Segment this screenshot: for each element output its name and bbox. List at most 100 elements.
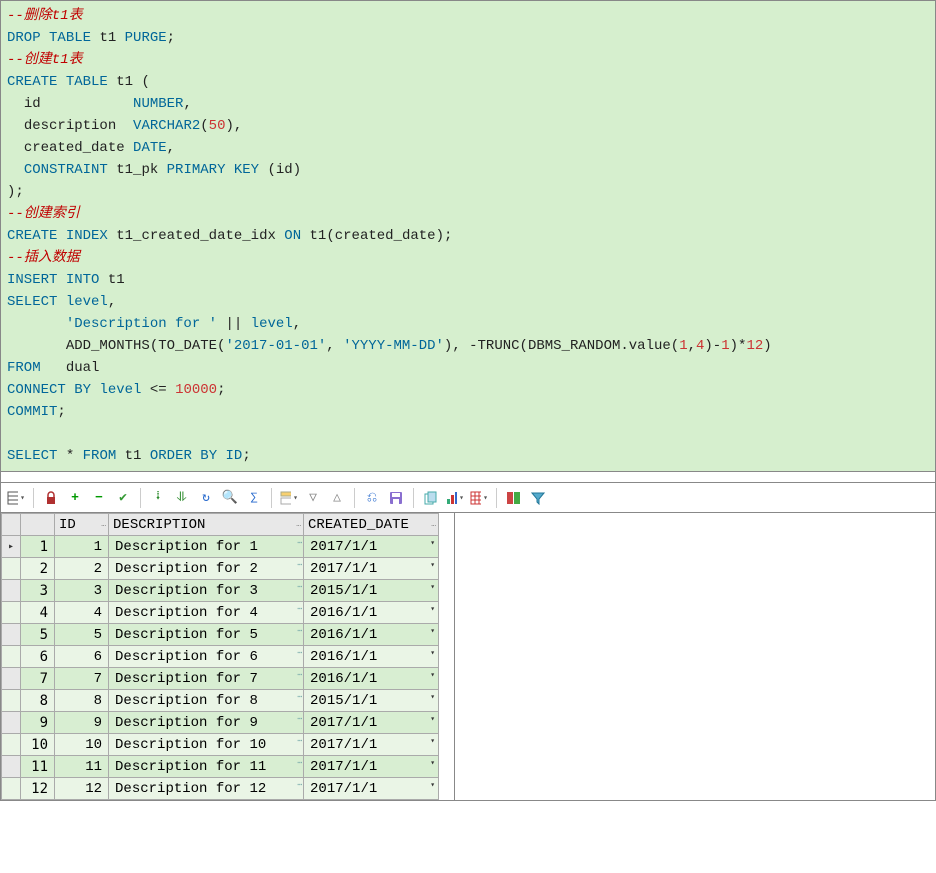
copy-icon[interactable] [422, 489, 440, 507]
export-grid-icon[interactable] [470, 489, 488, 507]
cell-id[interactable]: 1 [55, 536, 109, 558]
table-row[interactable]: 1111Description for 11⋯2017/1/1▾ [2, 756, 439, 778]
cell-description[interactable]: Description for 5⋯ [109, 624, 304, 646]
cell-description[interactable]: Description for 12⋯ [109, 778, 304, 800]
table-row[interactable]: 66Description for 6⋯2016/1/1▾ [2, 646, 439, 668]
cell-id[interactable]: 4 [55, 602, 109, 624]
dropdown-icon: ▾ [430, 604, 435, 614]
cell-id[interactable]: 7 [55, 668, 109, 690]
pane-splitter[interactable] [0, 472, 936, 482]
cell-created-date[interactable]: 2017/1/1▾ [304, 712, 439, 734]
expand-icon[interactable]: △ [328, 489, 346, 507]
cell-id[interactable]: 6 [55, 646, 109, 668]
sql-editor[interactable]: --删除t1表 DROP TABLE t1 PURGE; --创建t1表 CRE… [0, 0, 936, 472]
column-header-id[interactable]: ID… [55, 514, 109, 536]
column-header-description[interactable]: DESCRIPTION… [109, 514, 304, 536]
cell-description[interactable]: Description for 9⋯ [109, 712, 304, 734]
dropdown-icon: ▾ [430, 538, 435, 548]
table-row[interactable]: 99Description for 9⋯2017/1/1▾ [2, 712, 439, 734]
table-row[interactable]: 1010Description for 10⋯2017/1/1▾ [2, 734, 439, 756]
sort-icon: … [101, 520, 106, 529]
cell-description[interactable]: Description for 1⋯ [109, 536, 304, 558]
cell-created-date[interactable]: 2017/1/1▾ [304, 536, 439, 558]
cell-created-date[interactable]: 2016/1/1▾ [304, 602, 439, 624]
cell-description[interactable]: Description for 3⋯ [109, 580, 304, 602]
ellipsis-icon: ⋯ [297, 758, 301, 768]
collapse-icon[interactable]: ▽ [304, 489, 322, 507]
cell-created-date[interactable]: 2017/1/1▾ [304, 734, 439, 756]
count-icon[interactable]: ∑ [245, 489, 263, 507]
cell-created-date[interactable]: 2017/1/1▾ [304, 778, 439, 800]
add-row-icon[interactable]: + [66, 489, 84, 507]
cell-created-date[interactable]: 2017/1/1▾ [304, 558, 439, 580]
cell-description[interactable]: Description for 8⋯ [109, 690, 304, 712]
table-row[interactable]: 22Description for 2⋯2017/1/1▾ [2, 558, 439, 580]
cell-description[interactable]: Description for 7⋯ [109, 668, 304, 690]
table-row[interactable]: 1212Description for 12⋯2017/1/1▾ [2, 778, 439, 800]
cell-id[interactable]: 12 [55, 778, 109, 800]
dropdown-icon: ▾ [430, 780, 435, 790]
commit-icon[interactable]: ✔ [114, 489, 132, 507]
results-grid[interactable]: ID… DESCRIPTION… CREATED_DATE… ▸11Descri… [0, 512, 455, 801]
dropdown-icon: ▾ [430, 714, 435, 724]
fetch-all-icon[interactable]: ⥥ [173, 489, 191, 507]
cell-id[interactable]: 9 [55, 712, 109, 734]
lock-icon[interactable] [42, 489, 60, 507]
cell-id[interactable]: 3 [55, 580, 109, 602]
ellipsis-icon: ⋯ [297, 692, 301, 702]
row-indicator [2, 668, 21, 690]
results-toolbar: + − ✔ ⭭ ⥥ ↻ 🔍 ∑ ▽ △ ⎌ [0, 482, 936, 512]
table-row[interactable]: 77Description for 7⋯2016/1/1▾ [2, 668, 439, 690]
cell-created-date[interactable]: 2017/1/1▾ [304, 756, 439, 778]
dropdown-icon: ▾ [430, 648, 435, 658]
cell-created-date[interactable]: 2015/1/1▾ [304, 580, 439, 602]
ellipsis-icon: ⋯ [297, 780, 301, 790]
ellipsis-icon: ⋯ [297, 560, 301, 570]
find-icon[interactable]: 🔍 [221, 489, 239, 507]
row-number-header [21, 514, 55, 536]
cell-description[interactable]: Description for 6⋯ [109, 646, 304, 668]
save-icon[interactable] [387, 489, 405, 507]
table-row[interactable]: 33Description for 3⋯2015/1/1▾ [2, 580, 439, 602]
cell-description[interactable]: Description for 2⋯ [109, 558, 304, 580]
row-number: 1 [21, 536, 55, 558]
row-indicator [2, 756, 21, 778]
row-indicator [2, 580, 21, 602]
cell-description[interactable]: Description for 10⋯ [109, 734, 304, 756]
row-indicator [2, 712, 21, 734]
ellipsis-icon: ⋯ [297, 714, 301, 724]
cell-created-date[interactable]: 2015/1/1▾ [304, 690, 439, 712]
filter-icon[interactable] [529, 489, 547, 507]
table-row[interactable]: 88Description for 8⋯2015/1/1▾ [2, 690, 439, 712]
ellipsis-icon: ⋯ [297, 538, 301, 548]
table-row[interactable]: 55Description for 5⋯2016/1/1▾ [2, 624, 439, 646]
cell-description[interactable]: Description for 4⋯ [109, 602, 304, 624]
cell-created-date[interactable]: 2016/1/1▾ [304, 624, 439, 646]
sql-icon[interactable] [505, 489, 523, 507]
grid-options-button[interactable] [7, 489, 25, 507]
cell-id[interactable]: 5 [55, 624, 109, 646]
cell-id[interactable]: 2 [55, 558, 109, 580]
row-number: 6 [21, 646, 55, 668]
cell-description[interactable]: Description for 11⋯ [109, 756, 304, 778]
delete-row-icon[interactable]: − [90, 489, 108, 507]
cell-created-date[interactable]: 2016/1/1▾ [304, 646, 439, 668]
view-mode-button[interactable] [280, 489, 298, 507]
row-indicator-header [2, 514, 21, 536]
ellipsis-icon: ⋯ [297, 582, 301, 592]
link-icon[interactable]: ⎌ [363, 489, 381, 507]
cell-id[interactable]: 10 [55, 734, 109, 756]
row-indicator [2, 646, 21, 668]
cell-id[interactable]: 11 [55, 756, 109, 778]
row-indicator: ▸ [2, 536, 21, 558]
column-header-created-date[interactable]: CREATED_DATE… [304, 514, 439, 536]
fetch-down-icon[interactable]: ⭭ [149, 489, 167, 507]
cell-id[interactable]: 8 [55, 690, 109, 712]
table-row[interactable]: ▸11Description for 1⋯2017/1/1▾ [2, 536, 439, 558]
row-indicator [2, 690, 21, 712]
row-indicator [2, 624, 21, 646]
cell-created-date[interactable]: 2016/1/1▾ [304, 668, 439, 690]
table-row[interactable]: 44Description for 4⋯2016/1/1▾ [2, 602, 439, 624]
chart-icon[interactable] [446, 489, 464, 507]
refresh-icon[interactable]: ↻ [197, 489, 215, 507]
